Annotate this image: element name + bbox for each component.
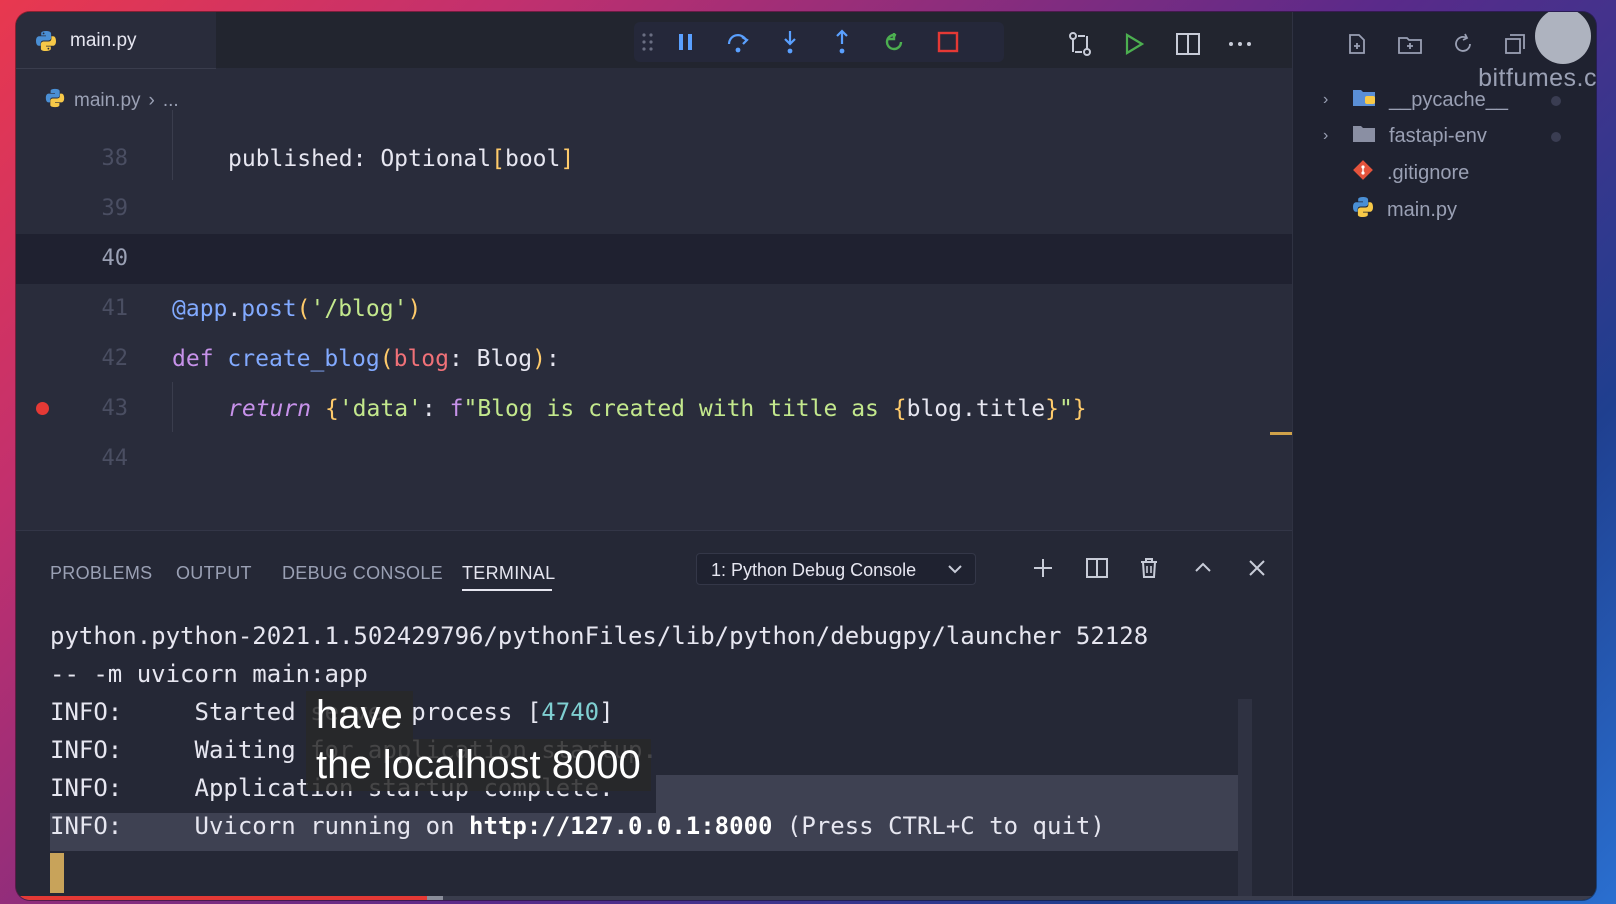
video-caption-line-2: the localhost 8000 [306, 739, 651, 791]
line-text: @app.post('/blog') [172, 296, 422, 322]
tree-item-label: .gitignore [1387, 161, 1470, 184]
step-out-icon[interactable] [828, 28, 856, 56]
line-number: 42 [101, 346, 129, 371]
code-line: 43 return {'data': f"Blog is created wit… [16, 384, 1292, 434]
tab-output[interactable]: OUTPUT [176, 563, 252, 584]
tree-item-fastapi-env[interactable]: › fastapi-env [1323, 118, 1487, 154]
tree-item-gitignore[interactable]: .gitignore [1323, 155, 1469, 191]
tab-main-py[interactable]: main.py [16, 12, 216, 69]
new-file-icon[interactable] [1345, 32, 1369, 61]
explorer-sidebar: bitfumes.c › __pycache__ › fastapi-env .… [1292, 12, 1596, 900]
terminal-line: INFO: Uvicorn running on http://127.0.0.… [50, 812, 1105, 840]
explorer-actions [1345, 32, 1527, 61]
python-file-icon [1351, 195, 1375, 225]
tree-item-pycache[interactable]: › __pycache__ [1323, 82, 1508, 118]
add-terminal-icon[interactable] [1028, 553, 1058, 583]
git-icon [1351, 158, 1375, 188]
video-caption-line-1: have [306, 691, 413, 739]
tree-item-label: main.py [1387, 198, 1458, 221]
folder-icon [1351, 86, 1377, 114]
code-line: 44 [16, 434, 1292, 484]
video-progress-bar[interactable] [16, 896, 1596, 900]
chevron-right-icon: › [148, 90, 155, 111]
tree-item-main-py[interactable]: main.py [1323, 192, 1457, 228]
split-editor-icon[interactable] [1174, 30, 1202, 58]
editor-area: main.py main.py › ... 38 published: Opti… [16, 12, 1292, 530]
breadcrumb: main.py › ... [44, 87, 179, 115]
line-text: published: Optional[bool] [228, 146, 575, 172]
terminal-select[interactable]: 1: Python Debug Console [696, 553, 976, 585]
code-line: 41 @app.post('/blog') [16, 284, 1292, 334]
drag-handle-icon[interactable] [634, 28, 662, 56]
new-folder-icon[interactable] [1397, 32, 1423, 61]
bottom-panel: PROBLEMS OUTPUT DEBUG CONSOLE TERMINAL 1… [16, 530, 1292, 900]
chevron-up-icon[interactable] [1188, 553, 1218, 583]
localhost-link[interactable]: http://127.0.0.1:8000 [469, 812, 772, 840]
line-text: def create_blog(blog: Blog): [172, 346, 560, 372]
tree-item-label: __pycache__ [1389, 88, 1508, 111]
code-line-current: 40 [16, 234, 1292, 284]
pause-icon[interactable] [672, 28, 700, 56]
tree-item-label: fastapi-env [1389, 124, 1487, 147]
compare-changes-icon[interactable] [1066, 30, 1094, 58]
step-into-icon[interactable] [776, 28, 804, 56]
run-icon[interactable] [1120, 30, 1148, 58]
tab-label: main.py [70, 30, 137, 51]
breakpoint-icon[interactable] [36, 402, 49, 415]
chevron-right-icon: › [1323, 127, 1329, 144]
overview-ruler-mark [1270, 432, 1292, 435]
trash-icon[interactable] [1134, 553, 1164, 583]
breadcrumb-more[interactable]: ... [163, 90, 179, 112]
split-terminal-icon[interactable] [1082, 553, 1112, 583]
line-number: 43 [101, 396, 129, 421]
python-file-icon [44, 87, 66, 115]
line-text: return {'data': f"Blog is created with t… [228, 396, 1087, 422]
terminal-select-value: 1: Python Debug Console [711, 560, 917, 580]
chevron-down-icon [947, 554, 963, 594]
refresh-icon[interactable] [1451, 32, 1475, 61]
code-line: 39 [16, 184, 1292, 234]
breadcrumb-file[interactable]: main.py [74, 90, 141, 112]
code-line: 38 published: Optional[bool] [16, 134, 1292, 184]
line-number: 41 [101, 296, 129, 321]
line-number: 40 [101, 246, 129, 271]
stop-icon[interactable] [934, 28, 962, 56]
line-number: 39 [101, 196, 129, 221]
code-line: 42 def create_blog(blog: Blog): [16, 334, 1292, 384]
terminal-line: -- -m uvicorn main:app [50, 660, 368, 688]
step-over-icon[interactable] [724, 28, 752, 56]
close-icon[interactable] [1242, 553, 1272, 583]
vscode-window: main.py main.py › ... 38 published: Opti… [16, 12, 1596, 900]
python-file-icon [34, 29, 58, 58]
tab-debug-console[interactable]: DEBUG CONSOLE [282, 563, 443, 584]
collapse-all-icon[interactable] [1503, 32, 1527, 61]
editor-tab-bar: main.py [16, 12, 1292, 69]
terminal-cursor [50, 853, 64, 893]
channel-logo [1535, 12, 1591, 64]
tab-terminal[interactable]: TERMINAL [462, 563, 555, 584]
tab-problems[interactable]: PROBLEMS [50, 563, 152, 584]
terminal-scrollbar[interactable] [1238, 699, 1252, 899]
chevron-right-icon: › [1323, 91, 1329, 108]
restart-icon[interactable] [880, 28, 908, 56]
more-actions-icon[interactable] [1226, 30, 1254, 58]
folder-icon [1351, 122, 1377, 150]
line-number: 44 [101, 446, 129, 471]
terminal-line: python.python-2021.1.502429796/pythonFil… [50, 622, 1149, 650]
active-tab-underline [462, 589, 552, 591]
debug-toolbar [634, 22, 1004, 62]
status-dot [1551, 96, 1561, 106]
status-dot [1551, 132, 1561, 142]
line-number: 38 [101, 146, 129, 171]
video-played [16, 896, 427, 900]
